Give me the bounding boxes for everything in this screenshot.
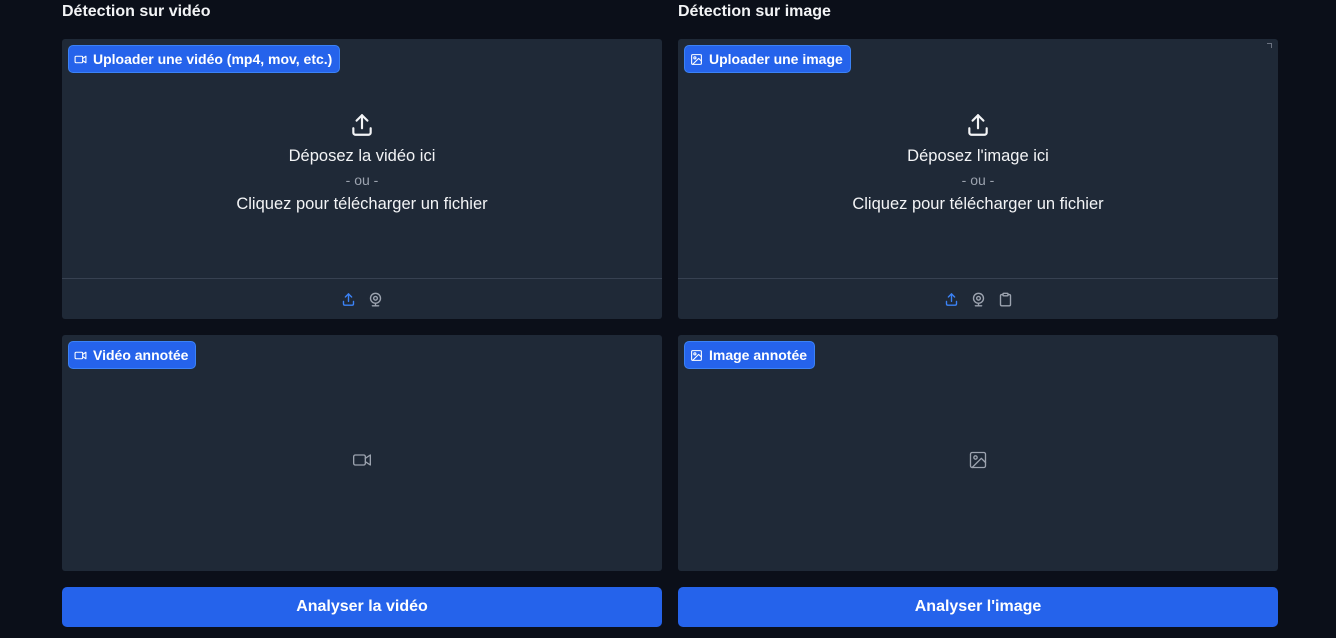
upload-source-button[interactable] xyxy=(943,291,959,307)
annotated-video-badge: Vidéo annotée xyxy=(68,341,197,369)
webcam-icon xyxy=(369,292,382,306)
annotated-image-panel: Image annotée xyxy=(678,335,1278,571)
upload-source-button[interactable] xyxy=(341,291,357,307)
image-icon xyxy=(969,451,987,469)
clipboard-icon xyxy=(999,292,1011,306)
video-upload-panel[interactable]: Déposez la vidéo ici - ou - Cliquez pour… xyxy=(62,39,662,319)
video-drop-text: Déposez la vidéo ici xyxy=(288,147,436,165)
webcam-source-button[interactable] xyxy=(368,291,384,307)
clipboard-source-button[interactable] xyxy=(997,291,1013,307)
upload-icon xyxy=(968,114,988,136)
video-camera-icon xyxy=(353,454,371,466)
video-source-toolbar xyxy=(62,278,662,319)
image-click-to-upload-text: Cliquez pour télécharger un fichier xyxy=(852,195,1104,213)
image-icon xyxy=(691,349,702,361)
video-drop-separator: - ou - xyxy=(345,172,379,188)
image-source-toolbar xyxy=(678,278,1278,319)
video-drop-zone[interactable]: Déposez la vidéo ici - ou - Cliquez pour… xyxy=(62,39,662,279)
video-camera-icon xyxy=(74,351,87,359)
image-drop-separator: - ou - xyxy=(961,172,995,188)
video-camera-icon xyxy=(74,55,87,63)
upload-icon xyxy=(342,292,355,306)
video-upload-badge: Uploader une vidéo (mp4, mov, etc.) xyxy=(68,45,341,73)
annotated-video-panel: Vidéo annotée xyxy=(62,335,662,571)
analyze-video-button[interactable]: Analyser la vidéo xyxy=(62,587,662,627)
upload-icon xyxy=(352,114,372,136)
image-section-title: Détection sur image xyxy=(678,3,831,20)
image-drop-text: Déposez l'image ici xyxy=(907,147,1049,165)
annotated-video-badge-label: Vidéo annotée xyxy=(93,347,189,363)
image-upload-panel[interactable]: Déposez l'image ici - ou - Cliquez pour … xyxy=(678,39,1278,319)
video-section-title: Détection sur vidéo xyxy=(62,3,211,20)
image-upload-badge: Uploader une image xyxy=(684,45,851,73)
annotated-image-badge-label: Image annotée xyxy=(709,347,808,363)
webcam-source-button[interactable] xyxy=(970,291,986,307)
webcam-icon xyxy=(972,292,984,306)
image-icon xyxy=(691,53,702,65)
upload-icon xyxy=(945,292,957,306)
annotated-image-badge: Image annotée xyxy=(684,341,816,369)
video-click-to-upload-text: Cliquez pour télécharger un fichier xyxy=(236,195,488,213)
video-upload-badge-label: Uploader une vidéo (mp4, mov, etc.) xyxy=(93,51,333,67)
image-drop-zone[interactable]: Déposez l'image ici - ou - Cliquez pour … xyxy=(678,39,1278,279)
analyze-image-button[interactable]: Analyser l'image xyxy=(678,587,1278,627)
resize-handle xyxy=(1267,43,1272,48)
image-upload-badge-label: Uploader une image xyxy=(709,51,843,67)
